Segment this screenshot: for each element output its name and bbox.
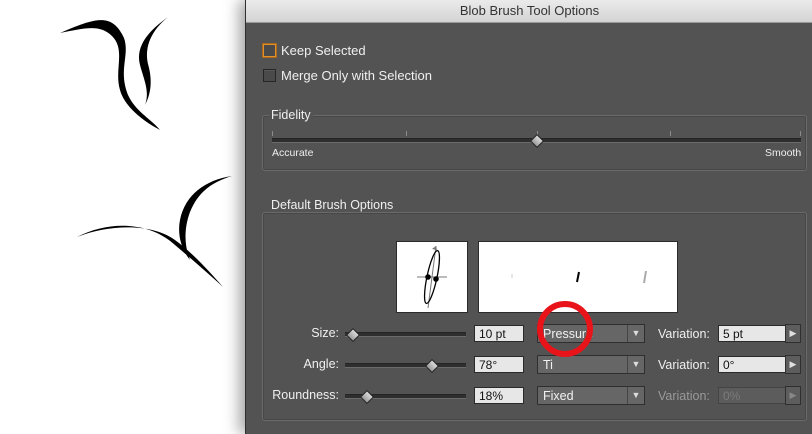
size-variation-stepper[interactable]: ▶ xyxy=(785,324,801,343)
fidelity-tick xyxy=(406,131,407,136)
fidelity-legend: Fidelity xyxy=(269,108,313,122)
roundness-label: Roundness: xyxy=(272,388,339,402)
keep-selected-label: Keep Selected xyxy=(281,43,366,58)
keep-selected-option[interactable]: Keep Selected xyxy=(263,43,366,58)
fidelity-tick xyxy=(272,131,273,136)
fidelity-tick xyxy=(670,131,671,136)
chevron-down-icon: ▼ xyxy=(627,325,644,342)
brush-variation-preview xyxy=(511,270,647,284)
roundness-mode-select[interactable]: Fixed ▼ xyxy=(537,386,645,405)
merge-only-checkbox[interactable] xyxy=(263,69,276,82)
size-input[interactable]: 10 pt xyxy=(474,325,524,342)
merge-only-label: Merge Only with Selection xyxy=(281,68,433,83)
size-variation-label: Variation: xyxy=(658,327,710,341)
roundness-input[interactable]: 18% xyxy=(474,387,524,404)
size-slider-track[interactable] xyxy=(345,332,466,337)
roundness-variation-stepper: ▶ xyxy=(785,386,801,405)
angle-mode-select[interactable]: Ti ▼ xyxy=(537,355,645,374)
roundness-variation-input: 0% xyxy=(718,387,788,404)
angle-mode-value: Ti xyxy=(543,358,553,372)
artboard-strokes xyxy=(60,17,232,287)
size-label: Size: xyxy=(311,326,339,340)
triangle-right-icon: ▶ xyxy=(789,359,797,369)
roundness-variation-label: Variation: xyxy=(658,389,710,403)
size-variation-input[interactable]: 5 pt xyxy=(718,325,788,342)
keep-selected-checkbox[interactable] xyxy=(263,44,276,57)
triangle-right-icon: ▶ xyxy=(789,390,797,400)
brush-shape-preview[interactable] xyxy=(396,241,468,313)
angle-variation-stepper[interactable]: ▶ xyxy=(785,355,801,374)
roundness-mode-value: Fixed xyxy=(543,389,574,403)
angle-label: Angle: xyxy=(303,357,339,371)
angle-slider-track[interactable] xyxy=(345,363,466,368)
dialog-title: Blob Brush Tool Options xyxy=(246,0,812,23)
angle-variation-input[interactable]: 0° xyxy=(718,356,788,373)
stroke-top-branch xyxy=(139,17,168,105)
annotation-circle xyxy=(537,301,593,357)
brush-stroke-preview xyxy=(478,241,678,313)
stroke-bottom xyxy=(77,225,223,287)
blob-brush-dialog: Blob Brush Tool Options Keep Selected Me… xyxy=(245,0,812,434)
chevron-down-icon: ▼ xyxy=(627,356,644,373)
angle-variation-label: Variation: xyxy=(658,358,710,372)
stroke-bottom-branch xyxy=(179,176,232,260)
chevron-down-icon: ▼ xyxy=(627,387,644,404)
fidelity-max-label: Smooth xyxy=(765,147,802,159)
merge-only-option[interactable]: Merge Only with Selection xyxy=(263,68,432,83)
fidelity-min-label: Accurate xyxy=(272,147,314,159)
brush-options-legend: Default Brush Options xyxy=(269,198,396,212)
fidelity-tick xyxy=(800,131,801,136)
triangle-right-icon: ▶ xyxy=(789,328,797,338)
brush-angle-icon xyxy=(417,245,447,309)
angle-input[interactable]: 78° xyxy=(474,356,524,373)
